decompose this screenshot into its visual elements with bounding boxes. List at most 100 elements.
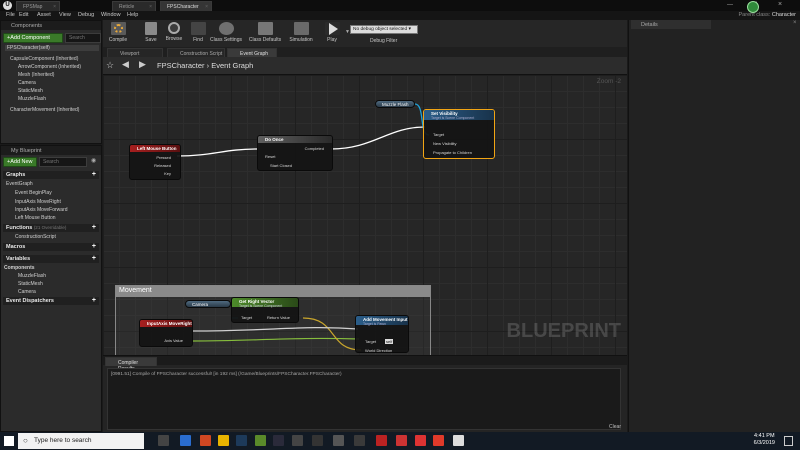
add-variable-icon[interactable]: + [92, 255, 96, 262]
event-graph-canvas[interactable]: Zoom -2 Left Mouse Button Pressed Releas… [103, 75, 627, 355]
tab-details[interactable]: Details [631, 20, 711, 29]
clear-button[interactable]: Clear [609, 424, 621, 430]
pin-completed[interactable]: Completed [305, 146, 324, 151]
component-item[interactable]: CharacterMovement (Inherited) [10, 107, 79, 113]
unreal-engine-taskbar-icon[interactable] [453, 435, 464, 446]
star-icon[interactable]: ☆ [106, 60, 114, 71]
task-view-icon[interactable] [158, 435, 169, 446]
tab-compiler-results[interactable]: Compiler Results [105, 357, 157, 372]
brave-browser-icon[interactable] [200, 435, 211, 446]
add-macro-icon[interactable]: + [92, 243, 96, 250]
app-icon[interactable] [333, 435, 344, 446]
tab-fpsmap[interactable]: FPSMap × [16, 1, 60, 11]
variables-category[interactable]: Variables + [3, 255, 99, 263]
pin-target[interactable]: Target [241, 315, 252, 320]
my-blueprint-search-input[interactable]: Search [39, 157, 87, 167]
macros-category[interactable]: Macros + [3, 243, 99, 251]
app-icon[interactable] [292, 435, 303, 446]
event-item[interactable]: InputAxis MoveRight [15, 199, 61, 205]
component-item[interactable]: CapsuleComponent (Inherited) [10, 56, 78, 62]
tab-event-graph[interactable]: Event Graph [227, 48, 277, 57]
eye-icon[interactable]: ◉ [91, 157, 96, 164]
menu-asset[interactable]: Asset [37, 12, 51, 18]
node-set-visibility[interactable]: Set Visibility Target is Scene Component … [423, 109, 495, 159]
component-variable-item[interactable]: Camera [18, 289, 36, 295]
pin-reset[interactable]: Reset [265, 154, 275, 159]
pin-new-visibility[interactable]: New Visibility [433, 141, 457, 146]
node-camera[interactable]: Camera [185, 300, 231, 308]
file-explorer-icon[interactable] [218, 435, 229, 446]
component-root-item[interactable]: FPSCharacter(self) [5, 45, 99, 51]
add-new-button[interactable]: +Add New [3, 157, 37, 167]
minimize-icon[interactable]: — [727, 2, 733, 8]
menu-help[interactable]: Help [127, 12, 138, 18]
compile-button[interactable]: Compile [105, 22, 131, 46]
event-dispatchers-category[interactable]: Event Dispatchers + [3, 297, 99, 305]
app-icon[interactable] [312, 435, 323, 446]
app-icon[interactable] [273, 435, 284, 446]
component-item[interactable]: Mesh (Inherited) [18, 72, 54, 78]
component-item[interactable]: MuzzleFlash [18, 96, 46, 102]
app-icon[interactable] [433, 435, 444, 446]
class-defaults-button[interactable]: Class Defaults [248, 22, 282, 46]
parent-class-value[interactable]: Character [772, 12, 796, 18]
breadcrumb-root[interactable]: FPSCharacter [157, 61, 205, 70]
close-icon[interactable]: × [205, 4, 208, 10]
browse-button[interactable]: Browse [161, 22, 187, 46]
pin-target[interactable]: Target [433, 132, 444, 137]
tab-construction-script[interactable]: Construction Script [167, 48, 225, 57]
component-variable-item[interactable]: MuzzleFlash [18, 273, 46, 279]
node-left-mouse-button[interactable]: Left Mouse Button Pressed Released Key [129, 144, 181, 180]
app-icon[interactable] [354, 435, 365, 446]
node-do-once[interactable]: Do Once Reset Start Closed Completed [257, 135, 333, 171]
add-function-icon[interactable]: + [92, 224, 96, 231]
components-subcategory[interactable]: Components [4, 265, 35, 271]
pin-self-default[interactable]: self [385, 339, 394, 344]
pin-released[interactable]: Released [154, 163, 171, 168]
menu-file[interactable]: File [6, 12, 15, 18]
class-settings-button[interactable]: Class Settings [209, 22, 243, 46]
node-add-movement-input[interactable]: Add Movement Input Target is Pawn Target … [355, 315, 409, 353]
forward-arrow-icon[interactable]: ▶ [139, 59, 146, 70]
pin-world-direction[interactable]: World Direction [365, 348, 392, 353]
menu-edit[interactable]: Edit [19, 12, 28, 18]
menu-view[interactable]: View [59, 12, 71, 18]
pin-start-closed[interactable]: Start Closed [270, 163, 292, 168]
node-inputaxis-moveright[interactable]: InputAxis MoveRight Axis Value [139, 319, 193, 347]
notifications-icon[interactable] [784, 436, 793, 446]
app-icon[interactable] [415, 435, 426, 446]
add-graph-icon[interactable]: + [92, 171, 96, 178]
nvidia-icon[interactable] [255, 435, 266, 446]
component-variable-item[interactable]: StaticMesh [18, 281, 43, 287]
menu-window[interactable]: Window [101, 12, 121, 18]
component-item[interactable]: Camera [18, 80, 36, 86]
node-muzzle-flash[interactable]: Muzzle Flash [375, 100, 415, 108]
windows-start-icon[interactable] [4, 436, 14, 446]
components-search-input[interactable]: Search [65, 33, 101, 43]
menu-debug[interactable]: Debug [78, 12, 94, 18]
component-item[interactable]: ArrowComponent (Inherited) [18, 64, 81, 70]
component-item[interactable]: StaticMesh [18, 88, 43, 94]
event-item[interactable]: InputAxis MoveForward [15, 207, 68, 213]
add-dispatcher-icon[interactable]: + [92, 297, 96, 304]
pin-return-value[interactable]: Return Value [267, 315, 290, 320]
close-icon[interactable]: × [793, 20, 797, 26]
pin-pressed[interactable]: Pressed [156, 155, 171, 160]
pin-key[interactable]: Key [164, 171, 171, 176]
close-icon[interactable]: × [53, 4, 56, 10]
tab-fpscharacter[interactable]: FPSCharacter × [160, 1, 212, 11]
functions-category[interactable]: Functions (21 Overridable) + [3, 224, 99, 232]
taskbar-clock[interactable]: 4:41 PM 6/3/2019 [754, 433, 775, 447]
steam-icon[interactable] [236, 435, 247, 446]
find-button[interactable]: Find [185, 22, 211, 46]
edge-browser-icon[interactable] [180, 435, 191, 446]
play-button[interactable]: Play [319, 22, 345, 46]
pin-axis-value[interactable]: Axis Value [164, 338, 183, 343]
construction-script-item[interactable]: ConstructionScript [15, 234, 56, 240]
node-get-right-vector[interactable]: Get Right Vector Target is Scene Componen… [231, 297, 299, 323]
close-icon[interactable]: × [149, 4, 152, 10]
simulation-button[interactable]: Simulation [286, 22, 316, 46]
event-item[interactable]: Left Mouse Button [15, 215, 56, 221]
taskbar-search-input[interactable]: Type here to search [18, 433, 144, 449]
event-graph-item[interactable]: EventGraph [6, 181, 33, 187]
